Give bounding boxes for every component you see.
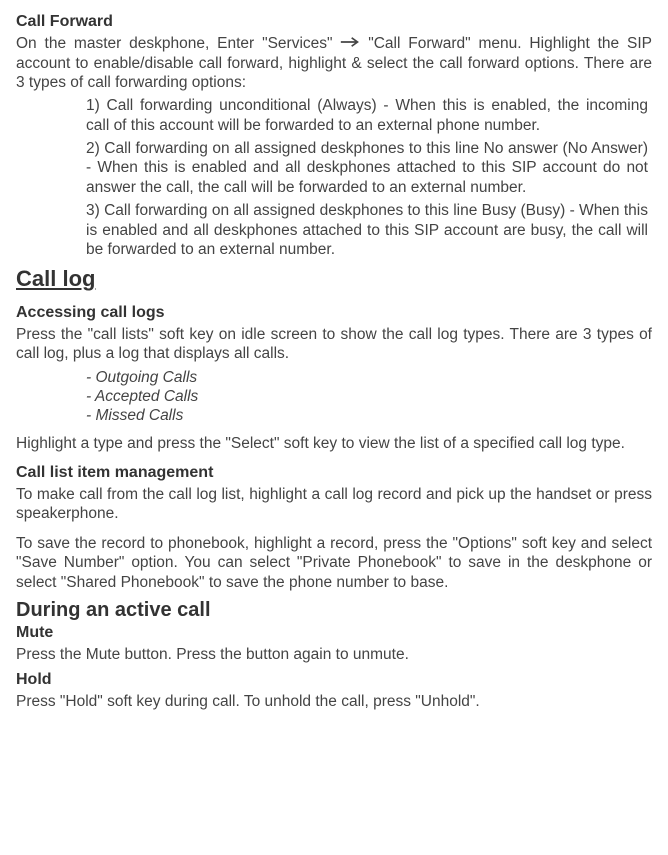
call-forward-intro: On the master deskphone, Enter "Services… [16,34,652,92]
hold-heading: Hold [16,670,652,690]
arrow-right-icon [340,34,360,53]
call-forward-opt3: 3) Call forwarding on all assigned deskp… [86,201,648,259]
call-forward-heading: Call Forward [16,12,652,32]
highlight-type-text: Highlight a type and press the "Select" … [16,434,652,453]
call-forward-opt2: 2) Call forwarding on all assigned deskp… [86,139,648,197]
call-forward-intro-part1: On the master deskphone, Enter "Services… [16,35,340,52]
call-list-mgmt-heading: Call list item management [16,463,652,483]
log-type-accepted: - Accepted Calls [86,387,652,406]
call-list-mgmt-text2: To save the record to phonebook, highlig… [16,534,652,592]
during-active-call-heading: During an active call [16,598,652,623]
hold-text: Press "Hold" soft key during call. To un… [16,692,652,711]
accessing-call-logs-text: Press the "call lists" soft key on idle … [16,325,652,364]
mute-heading: Mute [16,623,652,643]
call-log-heading: Call log [16,265,652,293]
mute-text: Press the Mute button. Press the button … [16,645,652,664]
log-type-outgoing: - Outgoing Calls [86,368,652,387]
call-forward-opt1: 1) Call forwarding unconditional (Always… [86,96,648,135]
accessing-call-logs-heading: Accessing call logs [16,303,652,323]
log-type-missed: - Missed Calls [86,406,652,425]
call-list-mgmt-text1: To make call from the call log list, hig… [16,485,652,524]
